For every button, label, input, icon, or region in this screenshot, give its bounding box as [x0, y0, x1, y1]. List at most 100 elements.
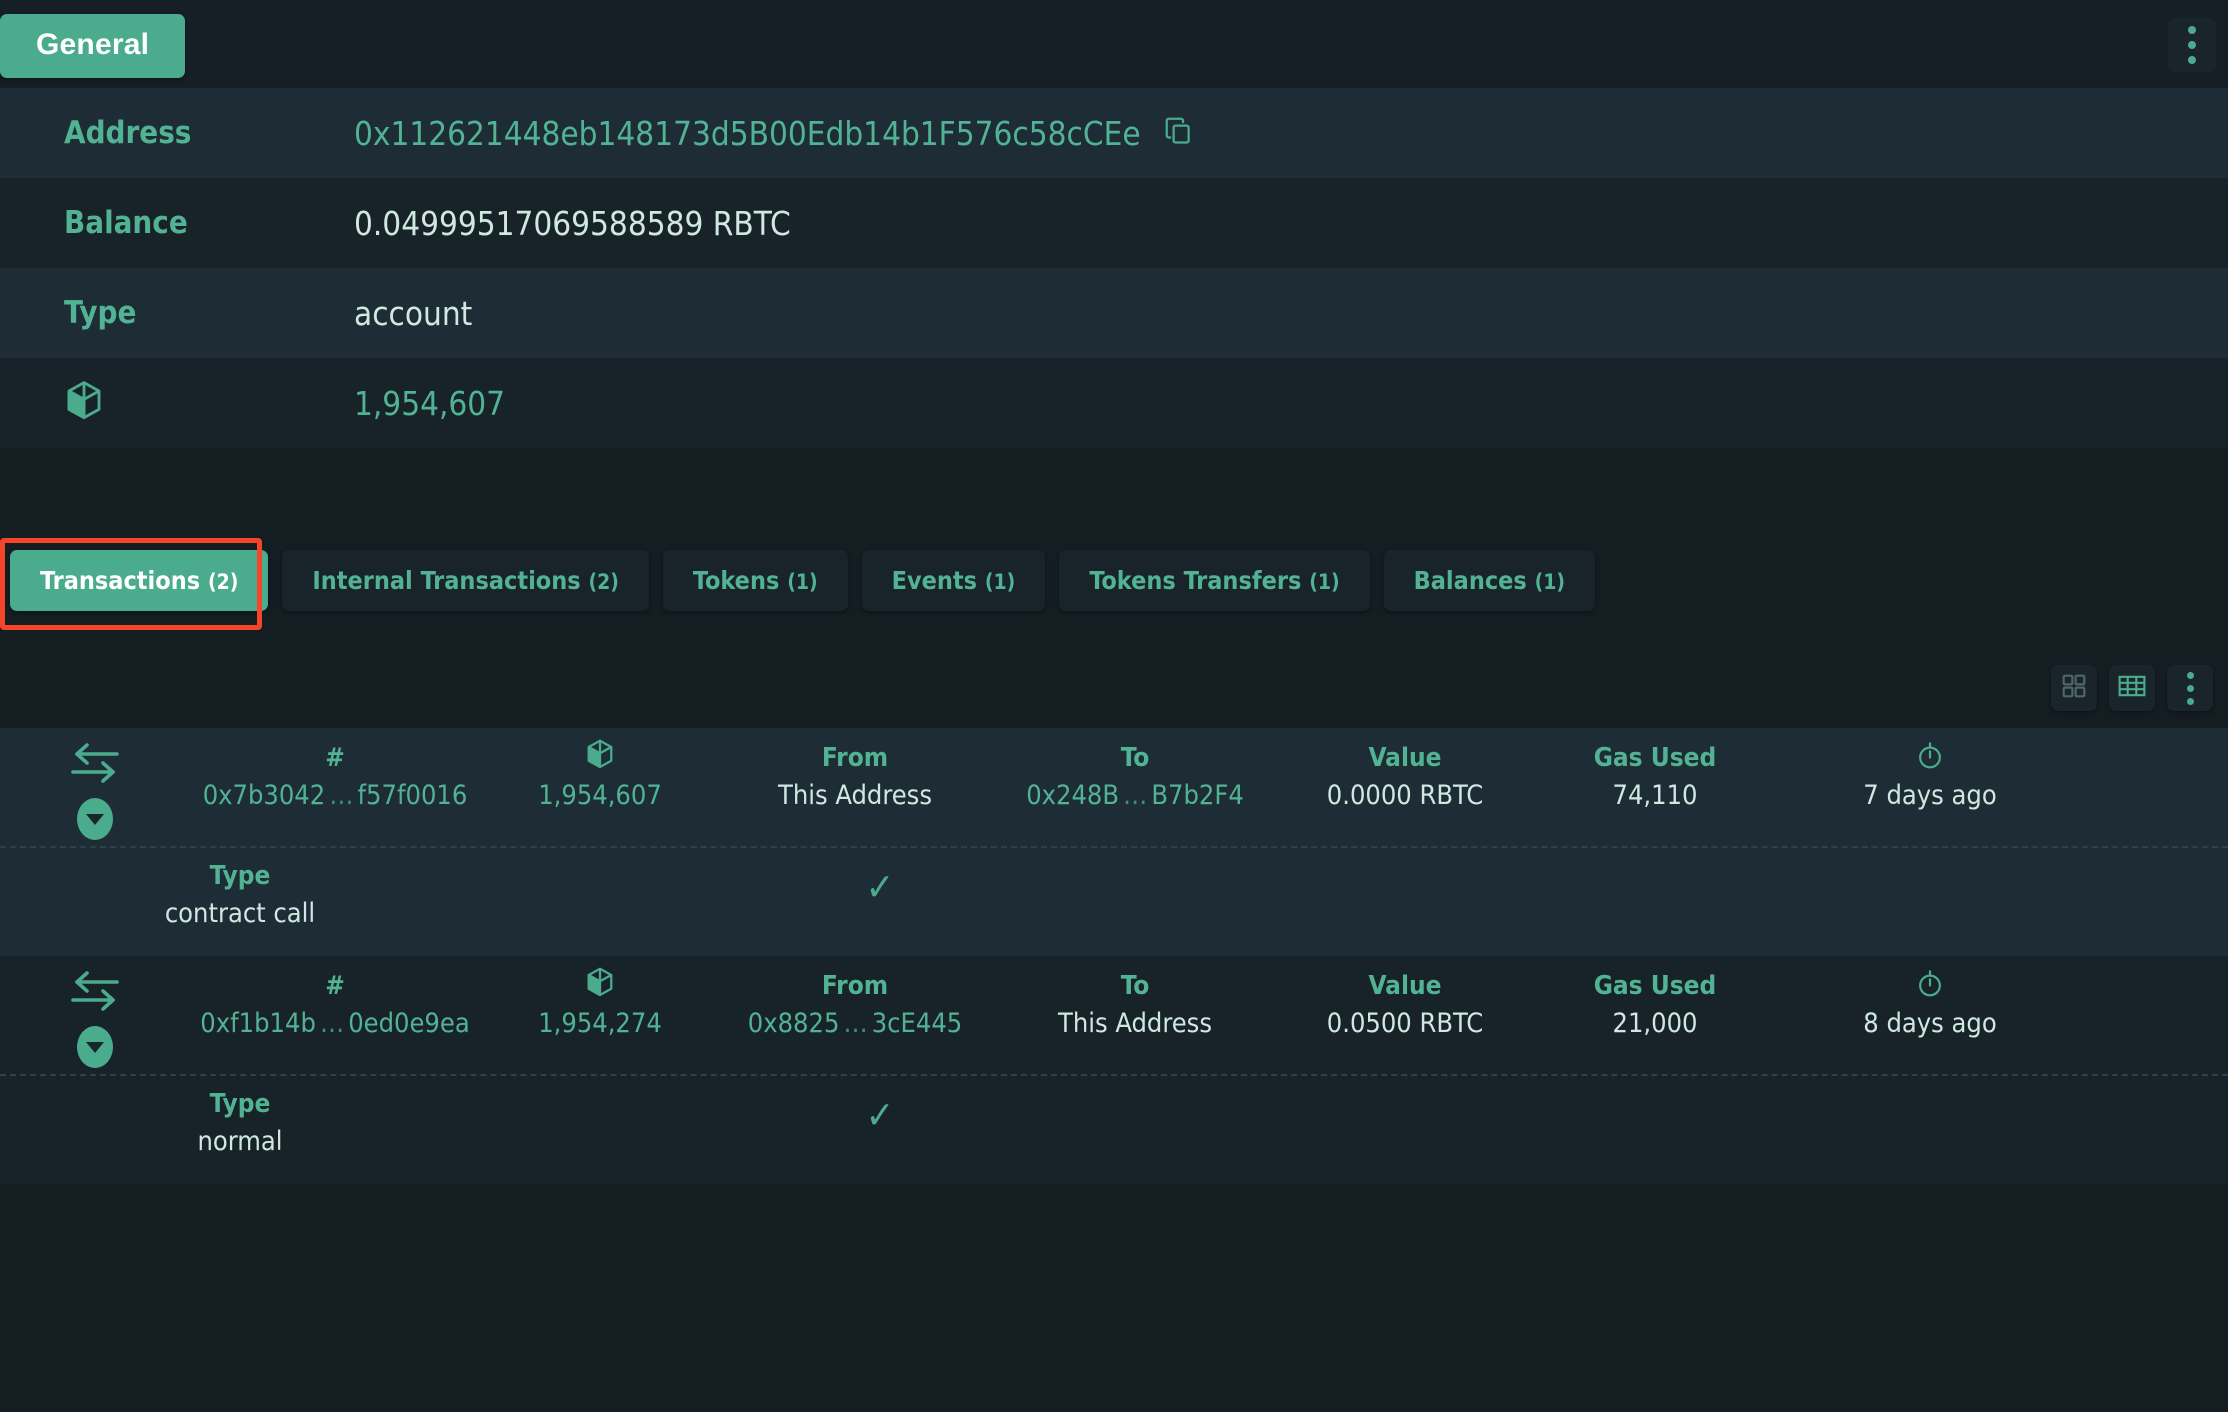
cube-icon [585, 738, 615, 778]
hash-suffix: 0ed0e9ea [348, 1008, 470, 1039]
transaction-direction-cell [0, 742, 190, 840]
transaction-type-cell: Type normal [0, 1088, 480, 1157]
info-label-block [64, 379, 354, 427]
tab-tokens[interactable]: Tokens (1) [662, 550, 848, 611]
column-header-from: From [821, 970, 889, 1001]
transaction-status-cell: ✓ [480, 1088, 1280, 1134]
tab-tokens-transfers[interactable]: Tokens Transfers (1) [1059, 550, 1370, 611]
transaction-hash-cell: # 0xf1b14b… 0ed0e9ea [190, 970, 480, 1039]
transaction-value-cell: Value 0.0000 RBTC [1280, 742, 1530, 811]
column-header-hash: # [325, 742, 345, 773]
info-value-type: account [354, 293, 473, 333]
column-header-hash: # [325, 970, 345, 1001]
cube-icon [585, 966, 615, 1006]
expand-row-button[interactable] [77, 798, 113, 840]
info-value-address: 0x112621448eb148173d5B00Edb14b1F576c58cC… [354, 114, 1193, 153]
transaction-row-main: # 0x7b3042… f57f0016 1,954,607 From This… [0, 728, 2228, 846]
block-number-link[interactable]: 1,954,607 [538, 780, 662, 811]
transaction-to-cell: To 0x248B… B7b2F4 [990, 742, 1280, 811]
column-header-type: Type [209, 860, 271, 891]
top-bar: General [0, 0, 2228, 88]
top-overflow-menu-button[interactable] [2168, 18, 2216, 72]
stopwatch-icon [1916, 739, 1944, 778]
stopwatch-icon [1916, 967, 1944, 1006]
hash-prefix: 0xf1b14b [200, 1008, 316, 1039]
transaction-gas-cell: Gas Used 21,000 [1530, 970, 1780, 1039]
info-row-balance: Balance 0.04999517069588589 RBTC [0, 178, 2228, 268]
tab-events[interactable]: Events (1) [861, 550, 1046, 611]
vertical-dots-icon [2186, 671, 2194, 705]
grid-view-button[interactable] [2051, 665, 2097, 711]
to-prefix: 0x248B [1026, 780, 1120, 811]
tab-balances-count: (1) [1534, 570, 1566, 594]
transaction-to-cell: To This Address [990, 970, 1280, 1039]
transaction-gas-cell: Gas Used 74,110 [1530, 742, 1780, 811]
column-header-value: Value [1368, 970, 1442, 1001]
info-row-block: 1,954,607 [0, 358, 2228, 448]
relative-time: 8 days ago [1863, 1008, 1997, 1039]
table-options-button[interactable] [2167, 665, 2213, 711]
grid-view-icon [2061, 673, 2087, 703]
from-ellipsis: … [843, 1008, 868, 1039]
transaction-status-cell: ✓ [480, 860, 1280, 906]
tab-transactions[interactable]: Transactions (2) [10, 550, 269, 611]
tab-tokens-label: Tokens [692, 566, 780, 595]
hash-ellipsis: … [319, 1008, 345, 1039]
table-view-button[interactable] [2109, 665, 2155, 711]
status-check-icon: ✓ [865, 1093, 895, 1137]
tab-internal-transactions-count: (2) [588, 570, 619, 594]
transaction-block-cell: 1,954,274 [480, 967, 720, 1039]
address-detail-page: General Address 0x112621448eb148173d5B00… [0, 0, 2228, 1412]
transaction-from-cell: From 0x8825… 3cE445 [720, 970, 990, 1039]
tab-events-count: (1) [984, 570, 1016, 594]
tab-tokens-transfers-label: Tokens Transfers [1089, 566, 1302, 595]
transaction-time-cell: 7 days ago [1780, 741, 2080, 811]
value-amount: 0.0000 RBTC [1326, 780, 1484, 811]
transaction-type-cell: Type contract call [0, 860, 480, 929]
column-header-gas-used: Gas Used [1593, 970, 1717, 1001]
info-value-balance: 0.04999517069588589 RBTC [354, 203, 791, 243]
from-suffix: 3cE445 [871, 1008, 963, 1039]
column-header-time [1916, 969, 1944, 1002]
column-header-time [1916, 741, 1944, 774]
column-header-block [585, 967, 615, 1002]
column-header-to: To [1120, 970, 1150, 1001]
transaction-block-cell: 1,954,607 [480, 739, 720, 811]
from-address-link[interactable]: 0x8825… 3cE445 [748, 1008, 962, 1039]
tab-internal-transactions[interactable]: Internal Transactions (2) [282, 550, 649, 611]
value-amount: 0.0500 RBTC [1326, 1008, 1484, 1039]
section-spacer [0, 448, 2228, 538]
tab-balances-label: Balances [1413, 566, 1527, 595]
from-prefix: 0x8825 [747, 1008, 840, 1039]
info-value-block[interactable]: 1,954,607 [354, 384, 505, 423]
info-row-address: Address 0x112621448eb148173d5B00Edb14b1F… [0, 88, 2228, 178]
tab-transactions-count: (2) [207, 570, 239, 594]
transfer-arrows-icon [69, 970, 121, 1016]
transaction-row-details: Type normal ✓ [0, 1074, 2228, 1184]
tab-tokens-count: (1) [787, 570, 818, 594]
info-label-type: Type [64, 295, 137, 331]
from-address-text: This Address [778, 780, 932, 811]
tab-tokens-transfers-count: (1) [1309, 570, 1340, 594]
hash-prefix: 0x7b3042 [202, 780, 326, 811]
block-number-link[interactable]: 1,954,274 [538, 1008, 662, 1039]
expand-row-button[interactable] [77, 1026, 113, 1068]
transaction-hash-link[interactable]: 0x7b3042… f57f0016 [203, 780, 468, 811]
tabs-bar: Transactions (2) Internal Transactions (… [0, 538, 2228, 648]
copy-icon[interactable] [1163, 114, 1193, 153]
transaction-row-main: # 0xf1b14b… 0ed0e9ea 1,954,274 From 0x88… [0, 956, 2228, 1074]
gas-used-amount: 21,000 [1612, 1008, 1698, 1039]
general-tab-button[interactable]: General [0, 14, 186, 78]
info-row-type: Type account [0, 268, 2228, 358]
status-check-icon: ✓ [865, 865, 895, 909]
transaction-hash-link[interactable]: 0xf1b14b… 0ed0e9ea [200, 1008, 469, 1039]
transaction-type-value: contract call [164, 898, 316, 929]
tab-internal-transactions-label: Internal Transactions [312, 566, 581, 595]
tab-balances[interactable]: Balances (1) [1383, 550, 1596, 611]
transaction-time-cell: 8 days ago [1780, 969, 2080, 1039]
transaction-from-cell: From This Address [720, 742, 990, 811]
column-header-to: To [1120, 742, 1150, 773]
to-address-link[interactable]: 0x248B… B7b2F4 [1026, 780, 1244, 811]
address-value-text[interactable]: 0x112621448eb148173d5B00Edb14b1F576c58cC… [354, 114, 1141, 153]
vertical-dots-icon [2188, 26, 2196, 64]
